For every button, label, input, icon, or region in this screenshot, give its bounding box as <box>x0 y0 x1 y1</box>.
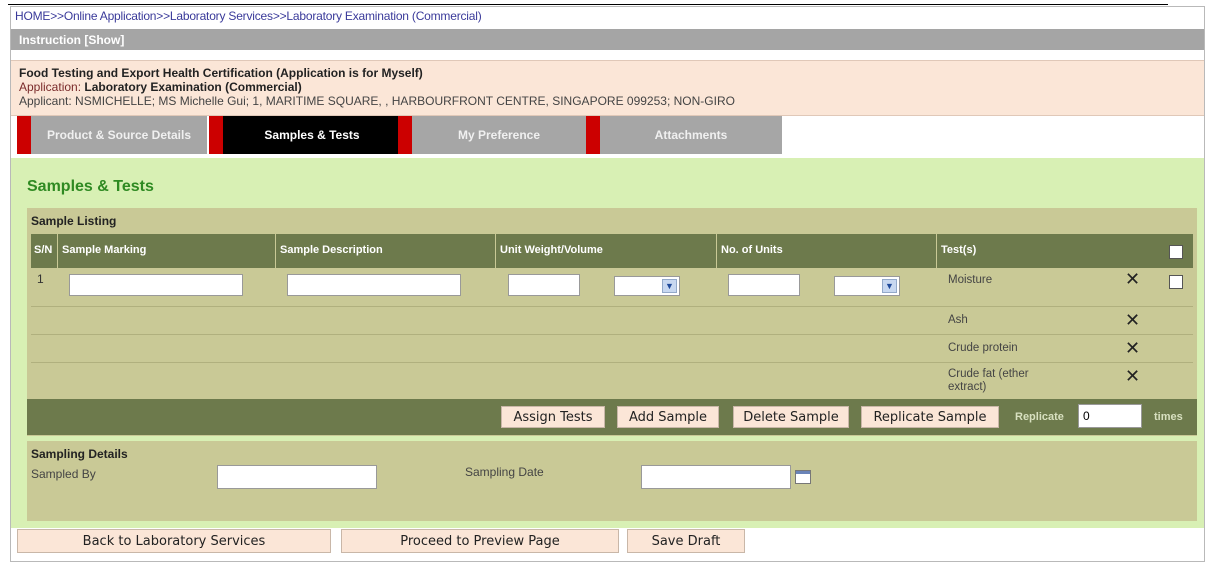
table-row: Crude fat (ether extract) ✕ <box>31 363 1193 399</box>
select-all-checkbox[interactable] <box>1169 245 1183 259</box>
col-sample-description: Sample Description <box>276 234 496 268</box>
sampling-date-input[interactable] <box>641 465 791 489</box>
tab-label: Product & Source Details <box>46 128 192 142</box>
back-to-lab-services-button[interactable]: Back to Laboratory Services <box>17 529 331 553</box>
row-select-checkbox[interactable] <box>1169 275 1183 289</box>
sampling-details: Sampling Details Sampled By Sampling Dat… <box>27 441 1197 521</box>
test-label: Crude protein <box>948 342 1018 354</box>
sample-description-input[interactable] <box>287 274 461 296</box>
breadcrumb[interactable]: HOME>>Online Application>>Laboratory Ser… <box>15 9 482 23</box>
sampling-details-legend: Sampling Details <box>31 447 128 461</box>
close-x-icon[interactable]: ✕ <box>1125 311 1140 329</box>
col-sample-marking: Sample Marking <box>58 234 276 268</box>
col-unit-weight: Unit Weight/Volume <box>496 234 717 268</box>
replicate-label: Replicate <box>1015 411 1064 423</box>
chevron-down-icon: ▼ <box>662 279 677 293</box>
no-of-units-unit-select[interactable]: ▼ <box>834 276 900 296</box>
sampled-by-input[interactable] <box>217 465 377 489</box>
sample-listing: Sample Listing S/N Sample Marking Sample… <box>27 208 1197 436</box>
sample-action-bar: Assign Tests Add Sample Delete Sample Re… <box>27 399 1197 435</box>
application-info: Food Testing and Export Health Certifica… <box>11 60 1204 116</box>
table-row: Ash ✕ <box>31 307 1193 335</box>
col-tests: Test(s) <box>941 244 977 256</box>
tab-product-source[interactable]: Product & Source Details <box>17 116 207 158</box>
sample-marking-input[interactable] <box>69 274 243 296</box>
assign-tests-button[interactable]: Assign Tests <box>501 406 605 428</box>
sample-listing-legend: Sample Listing <box>31 214 117 228</box>
tab-bar: Product & Source Details Samples & Tests… <box>17 116 817 158</box>
tab-label: Samples & Tests <box>264 128 360 142</box>
col-sn: S/N <box>31 234 58 268</box>
applicant-info: Applicant: NSMICHELLE; MS Michelle Gui; … <box>19 94 735 108</box>
test-label: Moisture <box>948 274 993 286</box>
close-x-icon[interactable]: ✕ <box>1125 270 1140 288</box>
tab-samples-tests[interactable]: Samples & Tests <box>209 116 401 158</box>
tab-label: Attachments <box>654 128 728 142</box>
close-x-icon[interactable]: ✕ <box>1125 367 1140 385</box>
sampled-by-label: Sampled By <box>31 467 96 481</box>
application-value: Laboratory Examination (Commercial) <box>84 80 302 94</box>
tab-my-preference[interactable]: My Preference <box>398 116 586 158</box>
proceed-to-preview-button[interactable]: Proceed to Preview Page <box>341 529 619 553</box>
application-title: Food Testing and Export Health Certifica… <box>19 66 423 80</box>
table-row: 1 ▼ ▼ Moisture ✕ <box>31 268 1193 307</box>
application-type: Application: Laboratory Examination (Com… <box>19 80 1196 94</box>
tab-attachments[interactable]: Attachments <box>586 116 782 158</box>
tab-label: My Preference <box>457 128 541 142</box>
application-label: Application: <box>19 80 85 94</box>
chevron-down-icon: ▼ <box>882 279 897 293</box>
top-divider <box>8 4 1168 5</box>
unit-weight-input[interactable] <box>508 274 580 296</box>
instruction-toggle[interactable]: Instruction [Show] <box>11 29 1204 50</box>
samples-tests-panel: Samples & Tests Sample Listing S/N Sampl… <box>11 158 1204 528</box>
table-row: Crude protein ✕ <box>31 335 1193 363</box>
unit-weight-unit-select[interactable]: ▼ <box>614 276 680 296</box>
row-sn: 1 <box>37 272 44 286</box>
page-frame: HOME>>Online Application>>Laboratory Ser… <box>10 6 1205 562</box>
times-label: times <box>1154 411 1183 423</box>
test-label: Crude fat (ether extract) <box>948 368 1029 393</box>
section-title: Samples & Tests <box>27 178 154 195</box>
col-no-of-units: No. of Units <box>717 234 937 268</box>
no-of-units-input[interactable] <box>728 274 800 296</box>
test-label: Ash <box>948 314 968 326</box>
save-draft-button[interactable]: Save Draft <box>627 529 745 553</box>
replicate-count-input[interactable] <box>1078 404 1142 428</box>
close-x-icon[interactable]: ✕ <box>1125 339 1140 357</box>
calendar-icon[interactable] <box>795 470 811 484</box>
replicate-sample-button[interactable]: Replicate Sample <box>861 406 999 428</box>
table-header: S/N Sample Marking Sample Description Un… <box>31 234 1193 268</box>
add-sample-button[interactable]: Add Sample <box>617 406 719 428</box>
delete-sample-button[interactable]: Delete Sample <box>733 406 849 428</box>
sampling-date-label: Sampling Date <box>465 465 544 479</box>
